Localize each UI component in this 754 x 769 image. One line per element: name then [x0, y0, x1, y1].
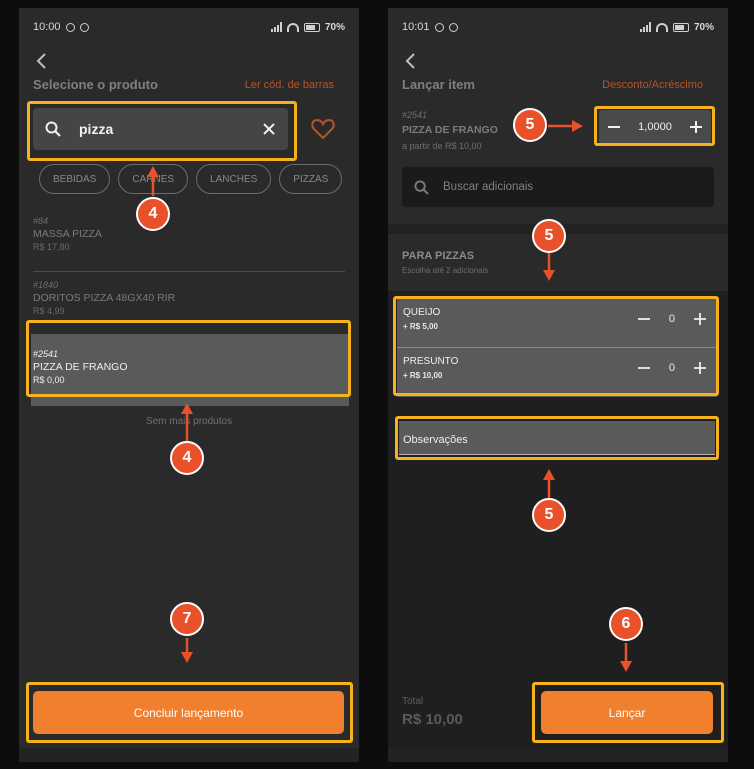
step-badge-addons: 5 — [532, 219, 566, 253]
step-badge-quantity: 5 — [513, 108, 547, 142]
annotation-arrows — [147, 120, 632, 672]
step-badge-submit: 6 — [609, 607, 643, 641]
step-badge-observations: 5 — [532, 498, 566, 532]
step-badge-conclude: 7 — [170, 602, 204, 636]
step-badge-search: 4 — [136, 197, 170, 231]
step-badge-product: 4 — [170, 441, 204, 475]
